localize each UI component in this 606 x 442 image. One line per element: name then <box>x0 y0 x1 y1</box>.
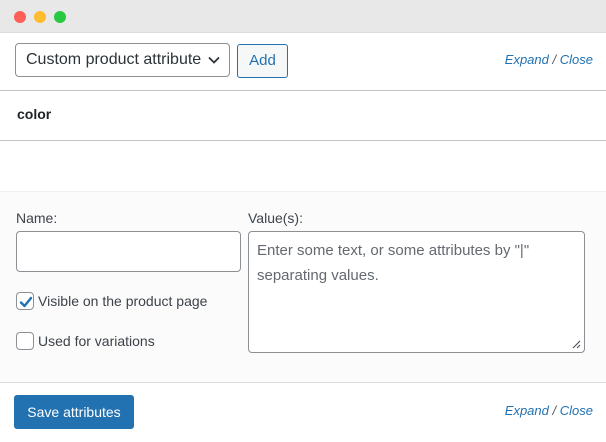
window-close-button[interactable] <box>14 11 26 23</box>
add-button[interactable]: Add <box>237 44 288 78</box>
used-for-variations-checkbox[interactable] <box>16 332 34 350</box>
visible-on-product-page-checkbox[interactable] <box>16 292 34 310</box>
checkmark-icon <box>19 296 33 308</box>
expand-close-separator: / <box>552 52 557 67</box>
attribute-name-input[interactable] <box>16 231 241 272</box>
attributes-footer: Save attributes Expand / Close <box>0 383 606 442</box>
window-minimize-button[interactable] <box>34 11 46 23</box>
name-label: Name: <box>16 210 58 226</box>
close-link[interactable]: Close <box>560 52 593 67</box>
expand-close-links-top: Expand / Close <box>505 52 593 67</box>
save-attributes-button[interactable]: Save attributes <box>14 395 134 429</box>
expand-close-separator: / <box>552 403 557 418</box>
attribute-header[interactable]: color <box>0 91 606 141</box>
attribute-type-select-value: Custom product attribute <box>26 51 202 68</box>
attribute-body: Name: Value(s): Enter some text, or some… <box>0 191 606 383</box>
visible-on-product-page-label: Visible on the product page <box>38 293 208 309</box>
attribute-values-textarea[interactable]: Enter some text, or some attributes by "… <box>248 231 585 353</box>
resize-grip-icon[interactable] <box>571 339 581 349</box>
close-link[interactable]: Close <box>560 403 593 418</box>
values-label: Value(s): <box>248 210 303 226</box>
chevron-down-icon <box>208 56 220 64</box>
window-titlebar <box>0 0 606 33</box>
expand-link[interactable]: Expand <box>505 403 549 418</box>
expand-link[interactable]: Expand <box>505 52 549 67</box>
attribute-type-select[interactable]: Custom product attribute <box>15 43 230 77</box>
attribute-header-spacer <box>0 141 606 191</box>
used-for-variations-label: Used for variations <box>38 333 155 349</box>
expand-close-links-bottom: Expand / Close <box>505 403 593 418</box>
attribute-name-heading: color <box>17 106 52 122</box>
attribute-values-placeholder: Enter some text, or some attributes by "… <box>257 242 530 284</box>
attributes-toolbar: Custom product attribute Add Expand / Cl… <box>0 33 606 91</box>
window-maximize-button[interactable] <box>54 11 66 23</box>
